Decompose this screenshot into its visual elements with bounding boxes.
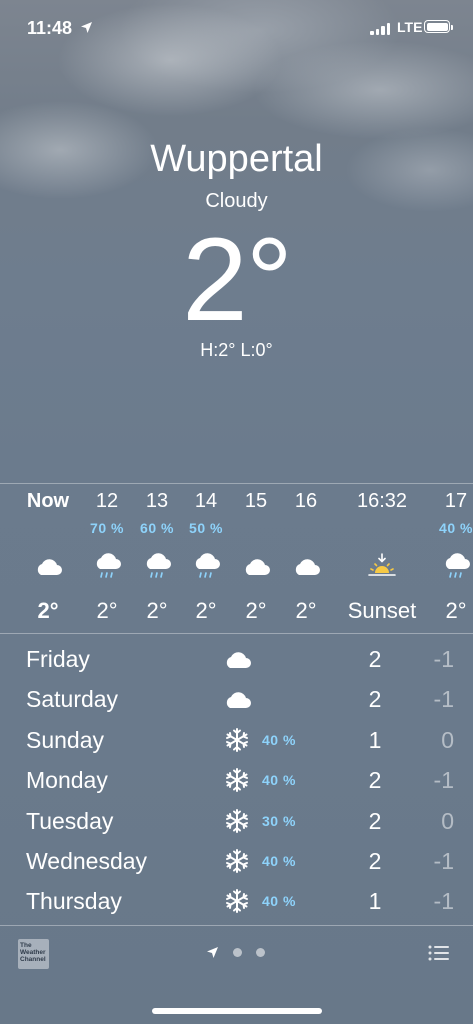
precip-chance: 40 %	[262, 772, 296, 789]
precip-chance: 40 %	[262, 731, 296, 748]
city-name: Wuppertal	[150, 138, 323, 180]
high-temp: 2	[368, 646, 382, 672]
precip-chance	[271, 520, 341, 542]
hour-temp: Sunset	[347, 598, 417, 623]
current-temperature: 2°	[182, 214, 293, 346]
day-name: Thursday	[26, 888, 122, 915]
high-temp: 2	[368, 807, 382, 834]
high-temp: 2	[368, 686, 382, 713]
daily-row: Sunday 40 % 1 0	[0, 721, 473, 761]
footer-divider	[0, 925, 473, 926]
low-temp: -1	[433, 686, 454, 713]
snowflake-icon	[222, 888, 252, 914]
low-temp: 0	[441, 807, 454, 834]
precip-chance: 40 %	[262, 893, 296, 910]
day-name: Sunday	[26, 726, 105, 753]
list-icon[interactable]	[428, 944, 450, 962]
hour-label: 16:32	[356, 490, 408, 512]
high-temp: 2	[368, 767, 382, 794]
cloud-rain-icon	[421, 542, 473, 590]
snowflake-icon	[222, 767, 252, 793]
day-name: Wednesday	[26, 848, 148, 874]
hour-temp: 2°	[295, 598, 317, 623]
precip-chance: 40 %	[262, 853, 296, 869]
daily-row: Tuesday 30 % 2 0	[0, 802, 473, 842]
low-temp: -1	[433, 888, 454, 915]
status-time: 11:48	[27, 18, 73, 38]
daily-row: Wednesday 40 % 2 -1	[0, 842, 473, 882]
hourly-item: 16:32 Sunset	[347, 490, 417, 624]
home-indicator	[152, 1008, 322, 1014]
high-temp: 1	[368, 888, 382, 915]
high-temp: 2	[368, 848, 382, 874]
daily-row: Saturday 2 -1	[0, 680, 473, 720]
precip-chance: 30 %	[262, 812, 296, 829]
location-arrow-icon	[81, 22, 92, 33]
daily-row: Friday 2 -1	[0, 640, 473, 680]
precip-chance	[347, 520, 417, 542]
battery-icon	[424, 20, 453, 33]
low-temp: -1	[433, 848, 454, 874]
hourly-top-divider	[0, 483, 473, 484]
snowflake-icon	[222, 848, 252, 874]
high-temp: 1	[368, 726, 382, 753]
cloud-icon	[222, 686, 252, 712]
precip-chance: 40 %	[439, 520, 473, 536]
hourly-item: 17 40 % 2°	[421, 490, 473, 624]
hourly-item: 16 2°	[271, 490, 341, 624]
snowflake-icon	[222, 727, 252, 753]
day-name: Saturday	[26, 686, 119, 713]
network-type: LTE	[397, 19, 423, 35]
page-dot	[256, 948, 265, 957]
hour-label: 17	[444, 490, 468, 512]
page-dot	[233, 948, 242, 957]
location-arrow-icon	[207, 947, 218, 958]
cloud-icon	[222, 646, 252, 672]
day-name: Tuesday	[26, 807, 114, 834]
weather-channel-logo[interactable]: The Weather Channel	[18, 939, 49, 969]
hour-temp: 2°	[445, 598, 467, 623]
sunset-icon	[347, 542, 417, 590]
daily-row: Monday 40 % 2 -1	[0, 761, 473, 801]
low-temp: -1	[433, 767, 454, 794]
page-indicator[interactable]	[206, 946, 265, 959]
daily-row: Thursday 40 % 1 -1	[0, 882, 473, 922]
snowflake-icon	[222, 808, 252, 834]
status-bar: 11:48 LTE	[0, 0, 473, 58]
high-low: H:2° L:0°	[200, 340, 273, 360]
hourly-bottom-divider	[0, 633, 473, 634]
day-name: Monday	[26, 767, 108, 794]
cloud-icon	[271, 542, 341, 590]
hour-label: 16	[294, 490, 318, 512]
day-name: Friday	[26, 646, 90, 672]
cellular-signal-icon	[370, 22, 390, 35]
low-temp: 0	[441, 726, 454, 753]
low-temp: -1	[433, 646, 454, 672]
